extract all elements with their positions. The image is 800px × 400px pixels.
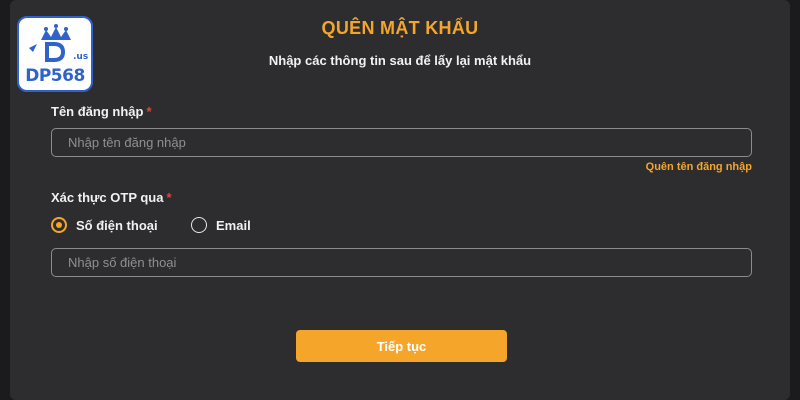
radio-email-label: Email — [216, 217, 251, 233]
username-input[interactable] — [51, 128, 752, 157]
radio-phone-label: Số điện thoại — [76, 217, 158, 233]
username-label-text: Tên đăng nhập — [51, 104, 144, 119]
page-subtitle: Nhập các thông tin sau để lấy lại mật kh… — [268, 53, 532, 68]
radio-phone[interactable] — [51, 217, 67, 233]
forgot-username-link[interactable]: Quên tên đăng nhập — [646, 161, 752, 173]
otp-label: Xác thực OTP qua * — [51, 190, 172, 205]
continue-button[interactable]: Tiếp tục — [296, 330, 507, 362]
phone-input[interactable] — [51, 248, 752, 277]
page-title: QUÊN MẬT KHẨU — [321, 18, 479, 38]
required-mark: * — [146, 104, 152, 119]
logo-text: DP568 — [25, 66, 85, 86]
otp-label-text: Xác thực OTP qua — [51, 190, 164, 205]
radio-email[interactable] — [191, 217, 207, 233]
otp-option-phone[interactable]: Số điện thoại — [51, 215, 158, 235]
username-label: Tên đăng nhập * — [51, 104, 152, 119]
otp-option-email[interactable]: Email — [191, 215, 251, 235]
required-mark: * — [166, 190, 172, 205]
